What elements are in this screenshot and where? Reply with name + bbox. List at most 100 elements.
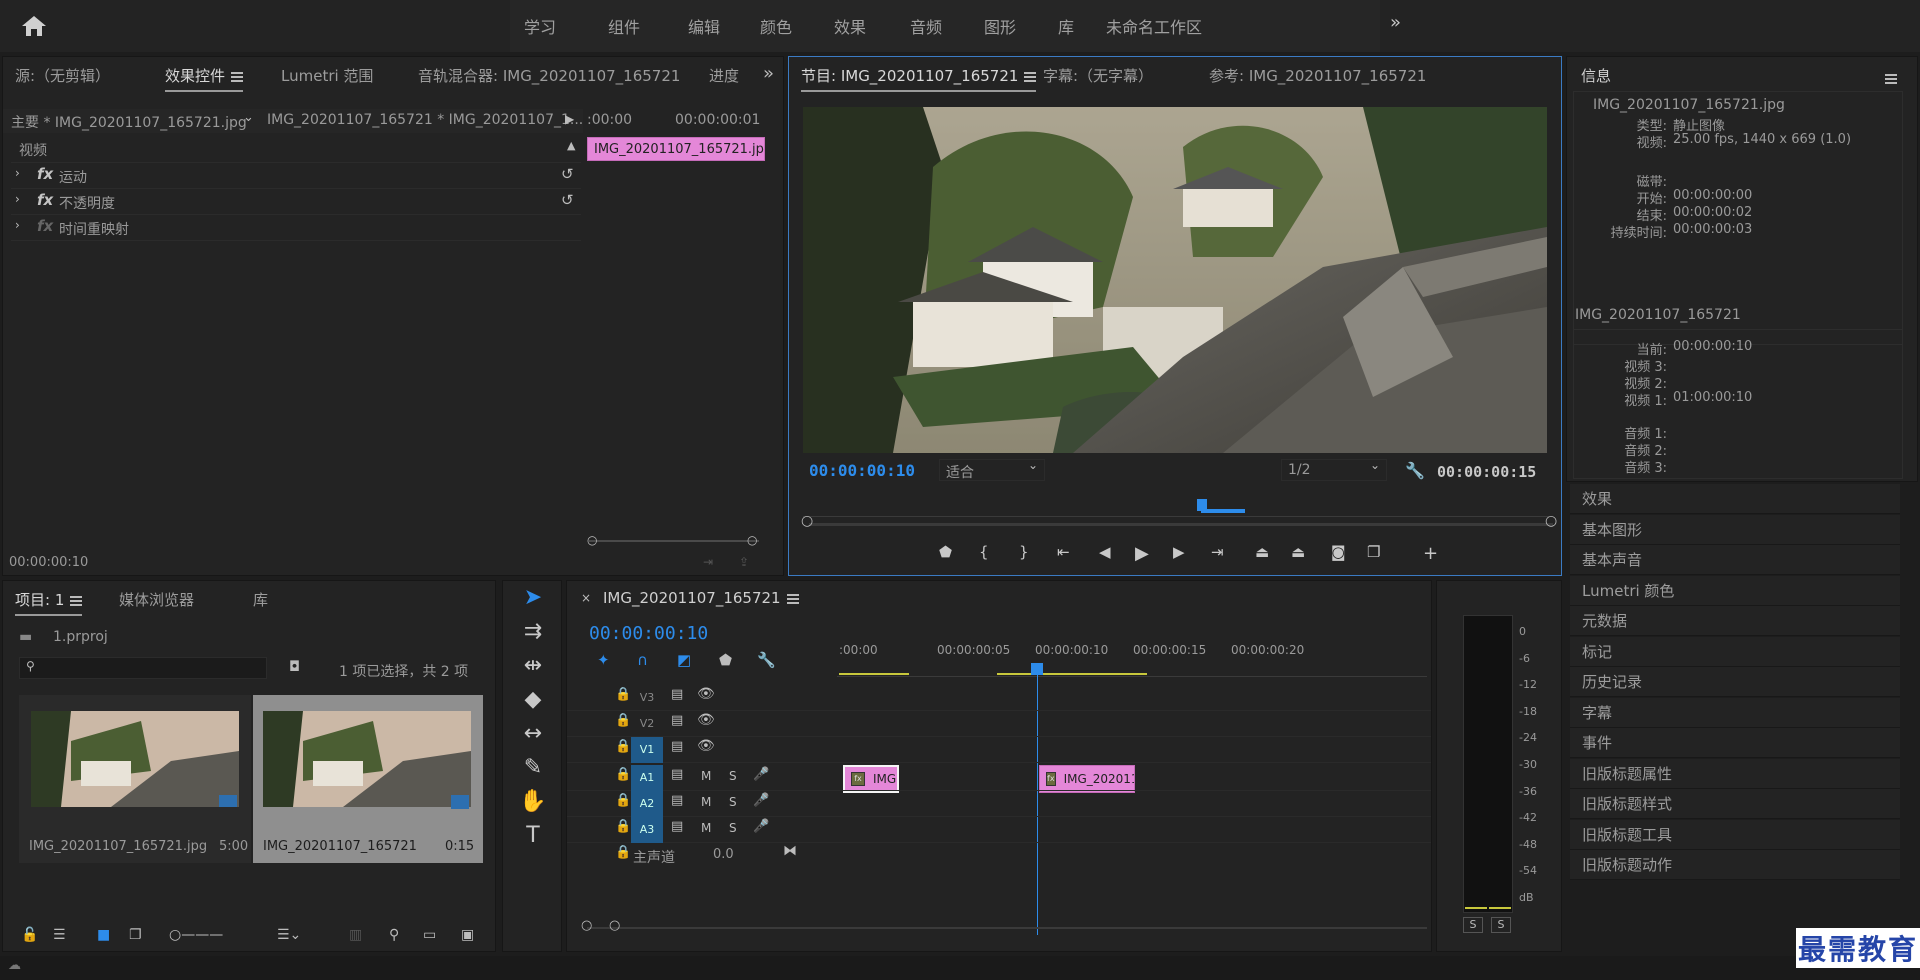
mic-icon[interactable]: 🎤 <box>753 767 769 782</box>
lock-icon[interactable]: 🔒 <box>615 793 631 808</box>
program-ruler[interactable] <box>803 503 1549 517</box>
right-panel-item[interactable]: 元数据 <box>1570 606 1900 636</box>
tab-progress[interactable]: 进度 <box>709 65 739 86</box>
timeline-ruler[interactable]: :00:00 00:00:00:05 00:00:00:10 00:00:00:15 0… <box>837 637 1427 677</box>
right-panel-item[interactable]: 事件 <box>1570 728 1900 758</box>
workspace-3[interactable]: 颜色 <box>760 14 792 38</box>
right-panel-item[interactable]: 基本声音 <box>1570 545 1900 575</box>
lock-icon[interactable]: 🔒 <box>615 845 631 860</box>
collapse-icon[interactable]: ▲ <box>567 139 575 152</box>
solo-right-button[interactable]: S <box>1491 917 1511 933</box>
scroll-handle-left[interactable]: ○ <box>581 918 592 933</box>
fit-select[interactable]: 适合 ⌄ <box>939 458 1045 481</box>
sync-lock-icon[interactable]: ▤ <box>671 767 683 782</box>
solo-button[interactable]: S <box>729 795 737 809</box>
playhead[interactable] <box>1197 499 1207 511</box>
pen-tool-icon[interactable]: ✎ <box>513 751 553 785</box>
mute-button[interactable]: M <box>701 821 711 835</box>
workspace-5[interactable]: 音频 <box>910 14 942 38</box>
zoom-slider[interactable]: ○——— <box>169 927 223 943</box>
panel-menu-icon[interactable] <box>1024 71 1037 82</box>
scroll-handle-right[interactable]: ○ <box>747 533 757 547</box>
new-bin-icon[interactable]: ▭ <box>423 927 436 943</box>
right-panel-item[interactable]: 基本图形 <box>1570 514 1900 545</box>
type-tool-icon[interactable]: T <box>513 819 553 853</box>
workspace-7[interactable]: 库 <box>1058 14 1074 38</box>
reset-icon[interactable]: ↺ <box>561 191 574 209</box>
program-timecode[interactable]: 00:00:00:10 <box>809 461 915 480</box>
tab-sequence[interactable]: IMG_20201107_165721 <box>603 589 799 607</box>
tab-effect-controls[interactable]: 效果控件 <box>165 65 244 92</box>
freeform-view-icon[interactable]: ❐ <box>129 927 142 943</box>
mark-out-icon[interactable]: } <box>1019 543 1029 561</box>
workspace-8[interactable]: 未命名工作区 <box>1106 14 1202 38</box>
tab-lumetri-scopes[interactable]: Lumetri 范围 <box>281 65 373 86</box>
razor-tool-icon[interactable]: ◆ <box>513 683 553 717</box>
compare-icon[interactable]: ❐ <box>1367 543 1380 561</box>
project-search-input[interactable]: ⚲ <box>19 657 267 679</box>
tab-project[interactable]: 项目: 1 <box>15 589 83 616</box>
tab-captions[interactable]: 字幕:（无字幕） <box>1043 65 1153 86</box>
right-panel-item[interactable]: 字幕 <box>1570 697 1900 728</box>
eye-icon[interactable]: 👁 <box>697 712 715 728</box>
sync-lock-icon[interactable]: ▤ <box>671 687 683 702</box>
chevron-down-icon[interactable]: ⌄ <box>243 110 254 125</box>
sync-lock-icon[interactable]: ▤ <box>671 793 683 808</box>
settings-wrench-icon[interactable]: 🔧 <box>757 651 776 669</box>
scroll-handle-right[interactable]: ○ <box>1545 513 1557 529</box>
slip-tool-icon[interactable]: ↔ <box>513 717 553 751</box>
right-panel-item[interactable]: 标记 <box>1570 636 1900 667</box>
tab-media-browser[interactable]: 媒体浏览器 <box>119 589 194 610</box>
cloud-sync-icon[interactable]: ☁ <box>8 958 21 973</box>
panel-menu-icon[interactable] <box>70 595 83 606</box>
step-forward-icon[interactable]: ▶ <box>1173 543 1185 561</box>
icon-view-icon[interactable]: ■ <box>97 927 110 943</box>
timeline-scrollbar[interactable] <box>587 927 1427 937</box>
workspace-0[interactable]: 学习 <box>524 14 556 38</box>
scroll-handle-left[interactable]: ○ <box>801 513 813 529</box>
workspace-1[interactable]: 组件 <box>608 14 640 38</box>
lift-icon[interactable]: ⏏ <box>1255 543 1269 561</box>
new-bin-from-search-icon[interactable]: ◘ <box>289 659 300 675</box>
tab-reference[interactable]: 参考: IMG_20201107_165721 <box>1209 65 1426 86</box>
selection-tool-icon[interactable]: ➤ <box>513 581 553 615</box>
track-target-a2[interactable]: A2 <box>631 791 663 817</box>
workspace-2[interactable]: 编辑 <box>688 14 720 38</box>
workspace-4[interactable]: 效果 <box>834 14 866 38</box>
mini-clip[interactable]: IMG_20201107_165721.jp <box>587 137 765 161</box>
scroll-handle-right[interactable]: ○ <box>609 918 620 933</box>
timeline-playhead[interactable] <box>1031 663 1043 675</box>
ripple-edit-tool-icon[interactable]: ⇹ <box>513 649 553 683</box>
go-to-in-icon[interactable]: ⇤ <box>1057 543 1070 561</box>
linked-selection-icon[interactable]: ◩ <box>677 651 691 669</box>
right-panel-item[interactable]: 旧版标题动作 <box>1570 850 1900 880</box>
right-panel-item[interactable]: 旧版标题工具 <box>1570 819 1900 850</box>
workspace-6[interactable]: 图形 <box>984 14 1016 38</box>
expand-icon[interactable]: › <box>15 192 20 206</box>
sync-lock-icon[interactable]: ▤ <box>671 819 683 834</box>
track-target-a1[interactable]: A1 <box>631 765 663 791</box>
panel-menu-icon[interactable] <box>231 71 244 82</box>
add-button-icon[interactable]: + <box>1423 543 1438 564</box>
share-icon[interactable]: ⇪ <box>739 555 749 569</box>
video-frame[interactable] <box>803 107 1547 453</box>
nest-icon[interactable]: ✦ <box>597 651 610 669</box>
eye-icon[interactable]: 👁 <box>697 686 715 702</box>
lock-icon[interactable]: 🔒 <box>615 687 631 702</box>
sequence-clip-label[interactable]: IMG_20201107_165721 * IMG_20201107_1... <box>267 112 583 128</box>
track-target-v1[interactable]: V1 <box>631 737 663 763</box>
reset-icon[interactable]: ↺ <box>561 165 574 183</box>
sync-lock-icon[interactable]: ▤ <box>671 713 683 728</box>
home-icon[interactable] <box>20 14 48 38</box>
play-clip-icon[interactable]: ▶ <box>565 112 574 126</box>
zoom-scrollbar[interactable] <box>809 523 1553 526</box>
add-marker-icon[interactable]: ⬟ <box>719 651 732 669</box>
mic-icon[interactable]: 🎤 <box>753 819 769 834</box>
solo-left-button[interactable]: S <box>1463 917 1483 933</box>
master-collapse-icon[interactable]: ⧓ <box>783 843 797 859</box>
scroll-handle-left[interactable]: ○ <box>587 533 597 547</box>
master-volume[interactable]: 0.0 <box>713 847 734 862</box>
mute-button[interactable]: M <box>701 769 711 783</box>
camera-icon[interactable]: ◙ <box>1331 543 1346 561</box>
export-icon[interactable]: ⇥ <box>703 555 713 569</box>
